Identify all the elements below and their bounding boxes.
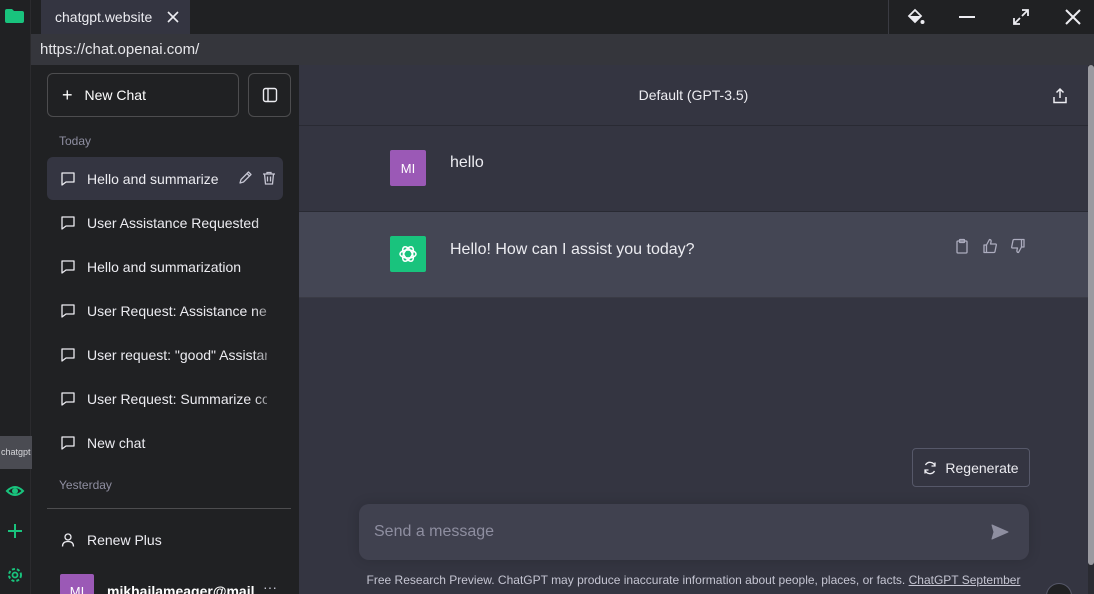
model-title-bar: Default (GPT-3.5)	[299, 65, 1088, 126]
more-options-icon[interactable]: ···	[263, 579, 277, 594]
chat-item[interactable]: User Request: Assistance needed	[47, 289, 283, 332]
chat-item-label: User Request: Assistance needed	[87, 302, 267, 319]
eye-icon[interactable]	[5, 481, 25, 501]
chat-item-label: New chat	[87, 434, 146, 451]
avatar: MI	[60, 574, 94, 594]
url-text: https://chat.openai.com/	[40, 41, 200, 58]
chat-item[interactable]: New chat	[47, 421, 283, 464]
window-titlebar: chatgpt.website	[31, 0, 1094, 34]
renew-plus-label: Renew Plus	[87, 532, 162, 548]
section-yesterday: Yesterday	[59, 478, 112, 492]
thumbs-down-icon[interactable]	[1010, 238, 1026, 254]
rail-tab-chatgpt[interactable]: chatgpt	[0, 436, 32, 469]
plus-icon[interactable]	[5, 521, 25, 541]
chat-bubble-icon	[61, 436, 75, 450]
regenerate-button[interactable]: Regenerate	[912, 448, 1030, 487]
close-tab-icon[interactable]	[166, 10, 180, 24]
sidebar-divider	[47, 508, 291, 509]
chat-item[interactable]: User Request: Summarize content	[47, 377, 283, 420]
user-email: mikhailameager@mail	[107, 583, 255, 594]
chat-bubble-icon	[61, 392, 75, 406]
release-notes-link[interactable]: ChatGPT September	[909, 573, 1021, 587]
send-icon[interactable]	[990, 522, 1010, 542]
chat-item[interactable]: Hello and summarize	[47, 157, 283, 200]
close-window-icon[interactable]	[1063, 7, 1083, 27]
assistant-message: Hello! How can I assist you today?	[299, 212, 1088, 298]
new-chat-label: New Chat	[84, 87, 146, 103]
tab-title: chatgpt.website	[55, 9, 153, 25]
chat-item-label: User Request: Summarize content	[87, 390, 267, 407]
browser-tab[interactable]: chatgpt.website	[41, 0, 190, 34]
gear-icon[interactable]	[5, 565, 25, 585]
chat-item[interactable]: Hello and summarization	[47, 245, 283, 288]
disclaimer-text: Free Research Preview. ChatGPT may produ…	[299, 573, 1088, 587]
chatgpt-logo-icon	[390, 236, 426, 272]
chat-main: Default (GPT-3.5) MI hello Hello! How ca…	[299, 65, 1088, 594]
maximize-icon[interactable]	[1011, 7, 1031, 27]
chat-item-label: User request: "good" Assistance	[87, 346, 267, 363]
renew-plus-button[interactable]: Renew Plus	[47, 518, 283, 562]
scrollbar[interactable]	[1088, 65, 1094, 594]
chat-sidebar: + New Chat Today Hello and summarize Use…	[38, 65, 299, 594]
user-avatar: MI	[390, 150, 426, 186]
chat-item-label: User Assistance Requested	[87, 214, 259, 231]
message-text: hello	[450, 154, 484, 171]
chat-item[interactable]: User request: "good" Assistance	[47, 333, 283, 376]
user-menu[interactable]: MI mikhailameager@mail ···	[47, 570, 291, 594]
trash-icon[interactable]	[261, 170, 277, 186]
disclaimer-body: Free Research Preview. ChatGPT may produ…	[366, 573, 906, 587]
chat-bubble-icon	[61, 172, 75, 186]
minimize-icon[interactable]	[957, 7, 977, 27]
sidebar-icon	[262, 87, 277, 103]
chat-item-label: Hello and summarization	[87, 258, 242, 275]
section-today: Today	[59, 134, 92, 148]
toggle-sidebar-button[interactable]	[248, 73, 291, 117]
new-chat-button[interactable]: + New Chat	[47, 73, 239, 117]
regenerate-label: Regenerate	[945, 459, 1019, 476]
chat-bubble-icon	[61, 348, 75, 362]
user-message: MI hello	[299, 126, 1088, 212]
chat-item[interactable]: User Assistance Requested	[47, 201, 283, 244]
message-text: Hello! How can I assist you today?	[450, 241, 695, 258]
scrollbar-thumb[interactable]	[1088, 65, 1094, 565]
model-title: Default (GPT-3.5)	[638, 87, 749, 103]
thumbs-up-icon[interactable]	[982, 238, 998, 254]
user-icon	[61, 533, 75, 547]
chat-item-label: Hello and summarize	[87, 170, 219, 187]
chat-bubble-icon	[61, 260, 75, 274]
divider	[888, 0, 889, 34]
copy-icon[interactable]	[954, 238, 970, 254]
edit-icon[interactable]	[237, 170, 253, 186]
share-icon[interactable]	[1051, 87, 1069, 105]
refresh-icon	[924, 461, 937, 474]
message-input[interactable]	[359, 504, 979, 560]
plus-icon: +	[62, 85, 73, 105]
paint-bucket-icon[interactable]	[905, 7, 925, 27]
address-bar[interactable]: https://chat.openai.com/	[31, 34, 1094, 65]
chat-bubble-icon	[61, 216, 75, 230]
app-rail: chatgpt	[0, 0, 32, 594]
chat-bubble-icon	[61, 304, 75, 318]
message-composer	[359, 504, 1029, 560]
folder-icon[interactable]	[5, 9, 24, 23]
